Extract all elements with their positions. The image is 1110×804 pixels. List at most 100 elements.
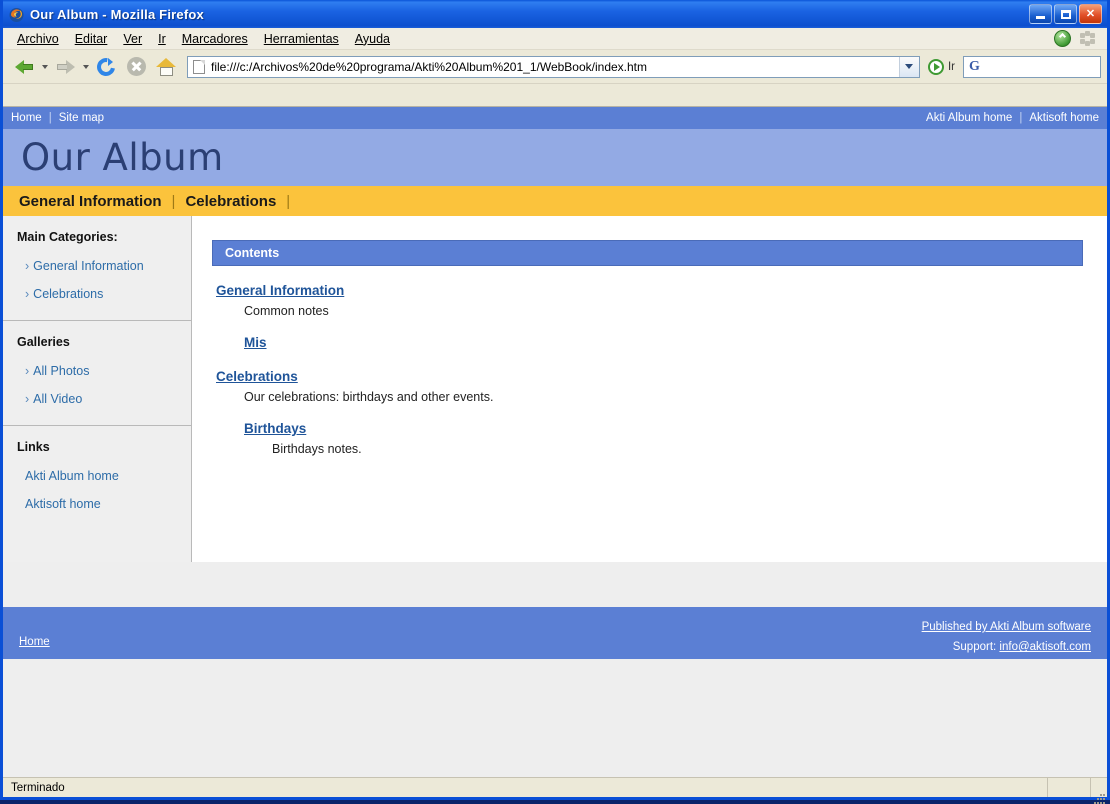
sidebar-item-label: All Photos <box>33 364 90 378</box>
contents-entry-celebrations: Celebrations Our celebrations: birthdays… <box>212 368 1083 404</box>
status-pane <box>1048 778 1091 797</box>
menu-marcadores-label: Marcadores <box>181 31 248 46</box>
reload-icon <box>96 57 116 77</box>
throbber-icon <box>1080 31 1095 46</box>
sidebar-item-all-photos[interactable]: › All Photos <box>3 357 191 385</box>
topnav-aktisoft-home[interactable]: Aktisoft home <box>1029 112 1099 124</box>
home-button[interactable] <box>151 53 181 81</box>
back-button[interactable] <box>9 53 39 81</box>
browser-window: Our Album - Mozilla Firefox ✕ Archivo Ed… <box>0 0 1110 804</box>
url-input[interactable]: file:///c:/Archivos%20de%20programa/Akti… <box>211 60 647 74</box>
footer-home-link[interactable]: Home <box>19 636 50 648</box>
menu-bar-right <box>1054 30 1101 47</box>
footer-published-link[interactable]: Published by Akti Album software <box>922 621 1091 633</box>
sidebar-item-label: All Video <box>33 392 83 406</box>
sidebar-item-celebrations[interactable]: › Celebrations <box>3 280 191 308</box>
page-icon <box>193 59 205 74</box>
contents-entry-general-information: General Information Common notes <box>212 282 1083 318</box>
menu-ver-label: Ver <box>123 31 143 46</box>
topnav-right-group: Akti Album home | Aktisoft home <box>926 112 1099 124</box>
menu-archivo[interactable]: Archivo <box>9 30 67 48</box>
contents-note: Our celebrations: birthdays and other ev… <box>244 390 494 404</box>
sidebar-item-aktisoft-home[interactable]: Aktisoft home <box>3 490 191 518</box>
bookmarks-toolbar <box>3 84 1107 107</box>
contents-link-celebrations[interactable]: Celebrations <box>216 369 298 384</box>
menu-editar[interactable]: Editar <box>67 30 116 48</box>
page-topnav: Home | Site map Akti Album home | Aktiso… <box>3 107 1107 129</box>
sidebar-block-main-categories: Main Categories: › General Information › C… <box>3 216 191 321</box>
tab-general-information[interactable]: General Information <box>19 193 162 210</box>
reload-button[interactable] <box>91 53 121 81</box>
topnav-home[interactable]: Home <box>11 112 42 124</box>
menu-ir-label: Ir <box>158 31 166 46</box>
chevron-right-icon: › <box>25 364 30 378</box>
footer-support-email-link[interactable]: info@aktisoft.com <box>999 641 1091 653</box>
topnav-akti-album-home[interactable]: Akti Album home <box>926 112 1012 124</box>
title-bar: Our Album - Mozilla Firefox ✕ <box>3 0 1107 28</box>
sidebar-item-label: Akti Album home <box>25 469 119 483</box>
menu-ver[interactable]: Ver <box>115 30 150 48</box>
url-dropdown-icon[interactable] <box>898 56 919 77</box>
menu-ir[interactable]: Ir <box>150 30 174 48</box>
url-bar[interactable]: file:///c:/Archivos%20de%20programa/Akti… <box>187 55 920 78</box>
contents-entry-mis: Mis <box>212 320 1083 352</box>
footer-left: Home <box>19 636 50 659</box>
sidebar-item-akti-album-home[interactable]: Akti Album home <box>3 462 191 490</box>
menu-editar-label: Editar <box>74 31 108 46</box>
contents-note: Common notes <box>244 304 329 318</box>
minimize-button[interactable] <box>1029 4 1052 24</box>
sidebar-block-galleries: Galleries › All Photos › All Video <box>3 321 191 426</box>
sidebar-heading-links: Links <box>17 440 50 454</box>
topnav-sitemap[interactable]: Site map <box>59 112 104 124</box>
download-icon[interactable] <box>1054 30 1071 47</box>
sidebar-heading-main-categories: Main Categories: <box>17 230 118 244</box>
menu-bar: Archivo Editar Ver Ir Marcadores Herrami… <box>3 28 1107 50</box>
go-icon <box>927 58 944 75</box>
sidebar-item-label: General Information <box>33 259 144 273</box>
sidebar-item-general-information[interactable]: › General Information <box>3 252 191 280</box>
menu-herramientas[interactable]: Herramientas <box>256 30 347 48</box>
stop-button[interactable] <box>121 53 151 81</box>
contents-link-general-information[interactable]: General Information <box>216 283 344 298</box>
contents-header: Contents <box>212 240 1083 266</box>
contents-tree: General Information Common notes Mis Cel… <box>212 266 1083 456</box>
home-icon <box>155 57 177 76</box>
stop-icon <box>126 57 146 76</box>
menu-marcadores[interactable]: Marcadores <box>174 30 256 48</box>
footer-support-label: Support: <box>952 641 997 654</box>
menu-archivo-label: Archivo <box>17 31 59 46</box>
status-text: Terminado <box>3 778 1048 797</box>
chevron-right-icon: › <box>25 287 30 301</box>
contents-entry-birthdays: Birthdays Birthdays notes. <box>212 406 1083 456</box>
page-footer: Home Published by Akti Album software Su… <box>3 607 1107 659</box>
page-tabbar: General Information | Celebrations | <box>3 186 1107 216</box>
sidebar-item-label: Celebrations <box>33 287 104 301</box>
close-button[interactable]: ✕ <box>1079 4 1102 24</box>
tab-celebrations[interactable]: Celebrations <box>185 193 276 210</box>
topnav-separator-2: | <box>1019 112 1023 124</box>
footer-published-row: Published by Akti Album software <box>922 617 1091 637</box>
back-dropdown-icon[interactable] <box>39 53 50 81</box>
forward-dropdown-icon[interactable] <box>80 53 91 81</box>
menu-ayuda-label: Ayuda <box>354 31 390 46</box>
window-title: Our Album - Mozilla Firefox <box>30 6 204 22</box>
contents-link-birthdays[interactable]: Birthdays <box>244 421 306 436</box>
forward-button[interactable] <box>50 53 80 81</box>
page-banner: Our Album <box>3 129 1107 186</box>
search-input[interactable]: G <box>963 55 1101 78</box>
window-controls: ✕ <box>1029 4 1104 24</box>
page-spacer-band <box>3 562 1107 607</box>
footer-support-row: Support: info@aktisoft.com <box>922 637 1091 657</box>
footer-right: Published by Akti Album software Support… <box>922 607 1091 659</box>
maximize-button[interactable] <box>1054 4 1077 24</box>
menu-ayuda[interactable]: Ayuda <box>347 30 398 48</box>
contents-link-mis[interactable]: Mis <box>244 335 267 350</box>
chevron-right-icon: › <box>25 392 30 406</box>
go-button[interactable]: Ir <box>924 58 959 75</box>
navigation-toolbar: file:///c:/Archivos%20de%20programa/Akti… <box>3 50 1107 84</box>
sidebar-item-label: Aktisoft home <box>25 497 101 511</box>
sidebar-item-all-video[interactable]: › All Video <box>3 385 191 413</box>
sidebar-heading-galleries: Galleries <box>17 335 70 349</box>
status-bar: Terminado <box>3 777 1107 804</box>
page-body: Main Categories: › General Information › C… <box>3 216 1107 562</box>
